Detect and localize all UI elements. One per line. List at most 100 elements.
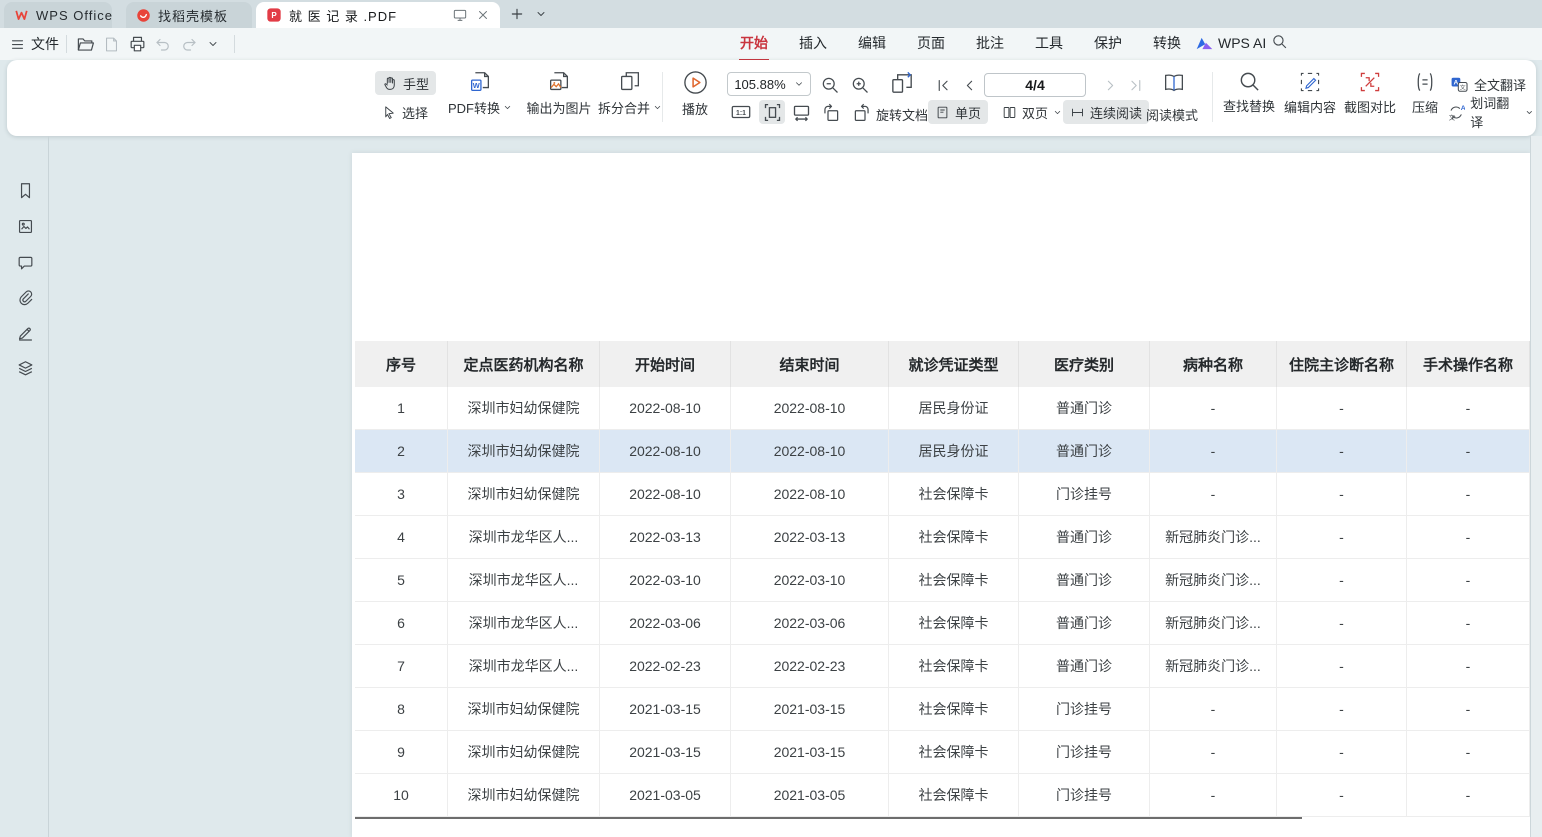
wps-ai-logo-icon <box>1196 36 1213 51</box>
rotate-document-icon <box>889 70 916 97</box>
open-file-button[interactable] <box>74 33 96 55</box>
hand-tool-button[interactable]: 手型 <box>375 71 436 95</box>
actual-size-button[interactable]: 1:1 <box>729 100 753 124</box>
rotate-document-button[interactable] <box>887 68 917 98</box>
first-page-button[interactable] <box>932 74 954 96</box>
split-merge-button[interactable]: 拆分合并 <box>588 69 672 117</box>
word-translate-button[interactable]: A文 划词翻译 <box>1445 100 1536 124</box>
tab-list-chevron[interactable] <box>530 3 552 25</box>
pdf-file-icon: P <box>266 7 282 23</box>
menu-item-home[interactable]: 开始 <box>739 31 769 55</box>
rotate-right-button[interactable] <box>849 100 873 124</box>
table-cell: 2022-03-13 <box>600 516 731 558</box>
table-cell: 社会保障卡 <box>889 645 1019 687</box>
previous-page-button[interactable] <box>958 74 980 96</box>
compress-label: 压缩 <box>1412 97 1438 116</box>
undo-button[interactable] <box>152 33 174 55</box>
table-header-cell: 手术操作名称 <box>1407 341 1530 387</box>
signature-panel-button[interactable] <box>13 320 37 344</box>
folder-open-icon <box>76 35 95 54</box>
menu-item-edit[interactable]: 编辑 <box>857 31 887 55</box>
table-cell: 社会保障卡 <box>889 516 1019 558</box>
table-cell: 普通门诊 <box>1019 430 1150 472</box>
zoom-in-button[interactable] <box>849 74 871 96</box>
vertical-scrollbar[interactable] <box>1530 136 1542 837</box>
table-cell: - <box>1277 430 1407 472</box>
tab-docer-templates[interactable]: 找稻壳模板 <box>126 2 252 28</box>
comments-panel-button[interactable] <box>13 250 37 274</box>
fit-width-button[interactable] <box>789 100 813 124</box>
attachments-panel-button[interactable] <box>13 285 37 309</box>
pdf-convert-button[interactable]: W PDF转换 <box>440 69 520 117</box>
tab-wps-office[interactable]: WPS Office <box>4 2 112 28</box>
screenshot-compare-button[interactable]: 截图对比 <box>1334 70 1406 116</box>
menu-item-convert[interactable]: 转换 <box>1152 31 1182 55</box>
redo-button[interactable] <box>178 33 200 55</box>
zoom-level-value: 105.88% <box>734 77 785 92</box>
pdf-page: 序号定点医药机构名称开始时间结束时间就诊凭证类型医疗类别病种名称住院主诊断名称手… <box>352 153 1530 837</box>
redo-icon <box>180 35 198 53</box>
continuous-read-icon <box>1070 105 1085 120</box>
wps-ai-button[interactable]: WPS AI <box>1196 28 1266 58</box>
continuous-read-label: 连续阅读 <box>1090 103 1142 122</box>
new-tab-button[interactable] <box>506 3 528 25</box>
menu-search-button[interactable] <box>1271 33 1288 50</box>
print-button[interactable] <box>126 33 148 55</box>
play-button[interactable]: 播放 <box>672 69 718 118</box>
single-page-icon <box>935 105 950 120</box>
tab-document-active[interactable]: P 就 医 记 录 .PDF <box>256 2 500 28</box>
continuous-read-button[interactable]: 连续阅读 <box>1063 100 1149 124</box>
select-tool-button[interactable]: 选择 <box>375 100 435 124</box>
actual-size-icon: 1:1 <box>730 101 752 123</box>
table-cell: 门诊挂号 <box>1019 731 1150 773</box>
next-page-button[interactable] <box>1099 74 1121 96</box>
menu-item-annotate[interactable]: 批注 <box>975 31 1005 55</box>
zoom-level-select[interactable]: 105.88% <box>727 72 811 96</box>
find-replace-label: 查找替换 <box>1223 96 1275 115</box>
table-cell: - <box>1407 430 1530 472</box>
layers-panel-button[interactable] <box>13 356 37 380</box>
table-cell: - <box>1407 731 1530 773</box>
rotate-left-button[interactable] <box>819 100 843 124</box>
page-indicator-input[interactable]: 4/4 <box>984 73 1086 97</box>
table-cell: 深圳市妇幼保健院 <box>448 473 600 515</box>
zoom-out-button[interactable] <box>819 74 841 96</box>
table-cell: 深圳市妇幼保健院 <box>448 774 600 816</box>
table-cell: 居民身份证 <box>889 387 1019 429</box>
table-cell: - <box>1150 731 1277 773</box>
table-cell: 社会保障卡 <box>889 473 1019 515</box>
table-cell: 门诊挂号 <box>1019 473 1150 515</box>
tab-label: 找稻壳模板 <box>158 6 228 25</box>
menu-item-protect[interactable]: 保护 <box>1093 31 1123 55</box>
file-menu-button[interactable]: 文件 <box>10 33 59 55</box>
menu-item-insert[interactable]: 插入 <box>798 31 828 55</box>
save-button[interactable] <box>100 33 122 55</box>
single-page-button[interactable]: 单页 <box>928 100 988 124</box>
close-icon[interactable] <box>476 8 490 22</box>
tab-label: WPS Office <box>36 8 113 23</box>
monitor-icon[interactable] <box>452 7 468 23</box>
last-page-button[interactable] <box>1124 74 1146 96</box>
compress-icon <box>1413 70 1437 94</box>
fit-page-button[interactable] <box>759 100 785 124</box>
fit-page-icon <box>762 102 783 123</box>
menu-item-tools[interactable]: 工具 <box>1034 31 1064 55</box>
table-cell: 7 <box>355 645 448 687</box>
read-mode-icon-button[interactable] <box>1159 68 1189 98</box>
edit-content-icon <box>1298 70 1322 94</box>
double-page-label: 双页 <box>1022 103 1048 122</box>
table-cell: 2022-03-10 <box>731 559 889 601</box>
table-cell: 2022-03-06 <box>731 602 889 644</box>
bookmarks-panel-button[interactable] <box>13 178 37 202</box>
table-header-cell: 住院主诊断名称 <box>1277 341 1407 387</box>
attachment-icon <box>16 288 35 307</box>
double-page-button[interactable]: 双页 <box>995 100 1069 124</box>
single-page-label: 单页 <box>955 103 981 122</box>
undo-history-chevron[interactable] <box>202 33 224 55</box>
menu-item-page[interactable]: 页面 <box>916 31 946 55</box>
full-text-translate-label: 全文翻译 <box>1474 75 1526 94</box>
table-cell: - <box>1277 731 1407 773</box>
svg-text:W: W <box>473 81 480 90</box>
table-cell: 新冠肺炎门诊... <box>1150 645 1277 687</box>
thumbnails-panel-button[interactable] <box>13 214 37 238</box>
